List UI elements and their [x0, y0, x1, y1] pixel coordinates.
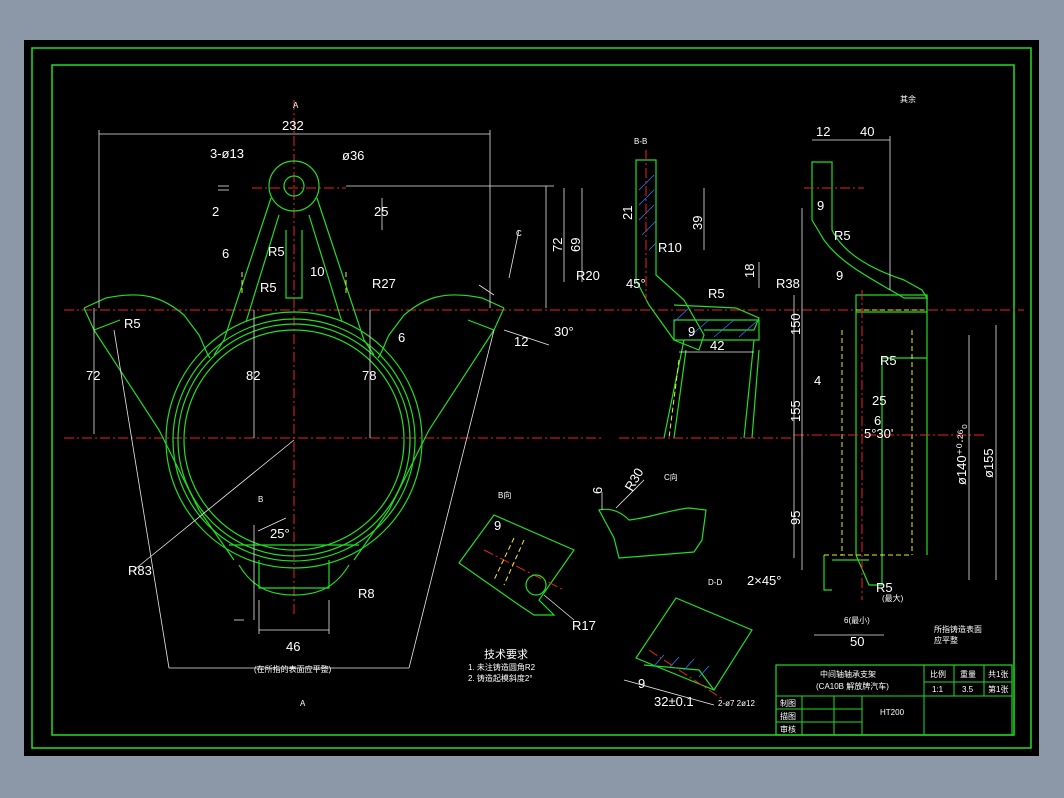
tech-item-2: 2. 铸造起模斜度2°: [468, 673, 533, 683]
note-side-2: 应平整: [934, 635, 958, 645]
dim-6d: 6: [590, 487, 605, 494]
dim-150: 150: [788, 313, 803, 335]
front-view-labels: 232 3-ø13 ø36 2 25 6 R5 10 R5 R27 R5 72 …: [86, 101, 574, 708]
dim-6a: 6: [222, 246, 229, 261]
dim-9a: 9: [688, 324, 695, 339]
tb-h-sheet: 共1张: [988, 670, 1008, 679]
dim-R5f: R5: [880, 353, 897, 368]
dim-2x45: 2×45°: [747, 573, 781, 588]
dim-82: 82: [246, 368, 260, 383]
dim-36: ø36: [342, 148, 364, 163]
note-side-1: 所指铸造表面: [934, 624, 982, 634]
section-dd: D-D 9 32±0.1 2-ø7 2ø12: [623, 578, 755, 709]
drawing-canvas: 232 3-ø13 ø36 2 25 6 R5 10 R5 R27 R5 72 …: [31, 47, 1032, 749]
drawing-viewport[interactable]: 232 3-ø13 ø36 2 25 6 R5 10 R5 R27 R5 72 …: [24, 40, 1039, 756]
dim-9e: 9: [638, 676, 645, 691]
tb-v-ratio: 1:1: [932, 685, 944, 694]
dim-10: 10: [310, 264, 324, 279]
b-view: B向 9 R17: [458, 490, 596, 633]
dim-12b: 12: [816, 124, 830, 139]
label-b-b: B-B: [634, 137, 647, 146]
tb-h-weight: 重量: [960, 669, 976, 679]
dim-25a: 25: [374, 204, 388, 219]
dim-12: 12: [514, 334, 528, 349]
dim-25deg: 25°: [270, 526, 290, 541]
side-view: 12 40 9 R5 9 150 R5 4 25 6 5°30' 155 ø14…: [747, 94, 997, 649]
label-b-view: B向: [498, 490, 511, 500]
tb-r-draw: 制图: [780, 698, 796, 708]
label-bottom-a: A: [300, 699, 306, 708]
dim-21: 21: [620, 206, 635, 220]
tb-r-check: 审核: [780, 724, 796, 734]
dim-R27: R27: [372, 276, 396, 291]
dim-2: 2: [212, 204, 219, 219]
dim-155a: 155: [788, 400, 803, 422]
dim-25b: 25: [872, 393, 886, 408]
dim-140: ø140⁺⁰·²⁶₀: [954, 424, 969, 485]
dim-32: 32±0.1: [654, 694, 694, 709]
tech-requirements: 技术要求 1. 未注铸造圆角R2 2. 铸造起模斜度2°: [468, 648, 536, 683]
dim-232: 232: [282, 118, 304, 133]
dim-6b: 6: [398, 330, 405, 345]
label-c-view: C向: [664, 472, 678, 482]
dim-72a: 72: [86, 368, 100, 383]
tech-item-1: 1. 未注铸造圆角R2: [468, 662, 536, 672]
dim-R5g: R5: [876, 580, 893, 595]
dim-39: 39: [690, 216, 705, 230]
tb-v-sheet: 第1张: [988, 684, 1008, 694]
tech-title: 技术要求: [484, 648, 528, 661]
title-block: 中间轴轴承支架 (CA10B 解放牌汽车) 比例 重量 共1张 1:1 3.5 …: [775, 664, 1013, 736]
section-bb: B-B 72 69 21 39 R10 R20 45° 18 R38 R5 9 …: [550, 137, 800, 439]
dim-R5g-note: (最大): [882, 593, 904, 603]
dim-30deg: 30°: [554, 324, 574, 339]
label-top-a: A: [293, 101, 299, 110]
dim-72b: 72: [550, 238, 565, 252]
dim-4: 4: [814, 373, 821, 388]
dim-45deg: 45°: [626, 276, 646, 291]
label-arrow-c: C: [516, 229, 522, 238]
dim-9c: 9: [836, 268, 843, 283]
dim-R30: R30: [622, 465, 647, 493]
dim-6min: 6(最小): [844, 616, 870, 625]
dim-40: 40: [860, 124, 874, 139]
roughness-other: 其余: [900, 94, 916, 104]
dim-9b: 9: [817, 198, 824, 213]
note-under-base: (在所指的表面应平整): [254, 664, 332, 674]
dim-R5e: R5: [834, 228, 851, 243]
tb-r-design: 描图: [780, 711, 796, 721]
tb-material: HT200: [880, 708, 905, 717]
dim-155b: ø155: [981, 448, 996, 478]
dim-R5c: R5: [124, 316, 141, 331]
dim-69: 69: [568, 238, 583, 252]
dim-46: 46: [286, 639, 300, 654]
label-d-d: D-D: [708, 578, 722, 587]
tb-v-weight: 3.5: [962, 685, 974, 694]
dim-3x13: 3-ø13: [210, 146, 244, 161]
label-arrow-b: B: [258, 495, 263, 504]
dim-R5b: R5: [260, 280, 277, 295]
tb-h-ratio: 比例: [930, 669, 946, 679]
tb-title-2: (CA10B 解放牌汽车): [816, 681, 889, 691]
dim-95: 95: [788, 511, 803, 525]
inner-frame: [51, 64, 1015, 736]
c-view: 6 R30 C向: [590, 465, 707, 559]
note-dd-bottom: 2-ø7 2ø12: [718, 699, 755, 708]
dim-18: 18: [742, 264, 757, 278]
dim-R5a: R5: [268, 244, 285, 259]
dim-R38: R38: [776, 276, 800, 291]
dim-78: 78: [362, 368, 376, 383]
tb-title-1: 中间轴轴承支架: [820, 669, 876, 679]
dim-R8: R8: [358, 586, 375, 601]
dim-R83: R83: [128, 563, 152, 578]
dim-R17: R17: [572, 618, 596, 633]
dim-42: 42: [710, 338, 724, 353]
dim-R20: R20: [576, 268, 600, 283]
dim-R5d: R5: [708, 286, 725, 301]
dim-5deg30: 5°30': [864, 426, 893, 441]
dim-50: 50: [850, 634, 864, 649]
dim-R10: R10: [658, 240, 682, 255]
dim-9d: 9: [494, 518, 501, 533]
